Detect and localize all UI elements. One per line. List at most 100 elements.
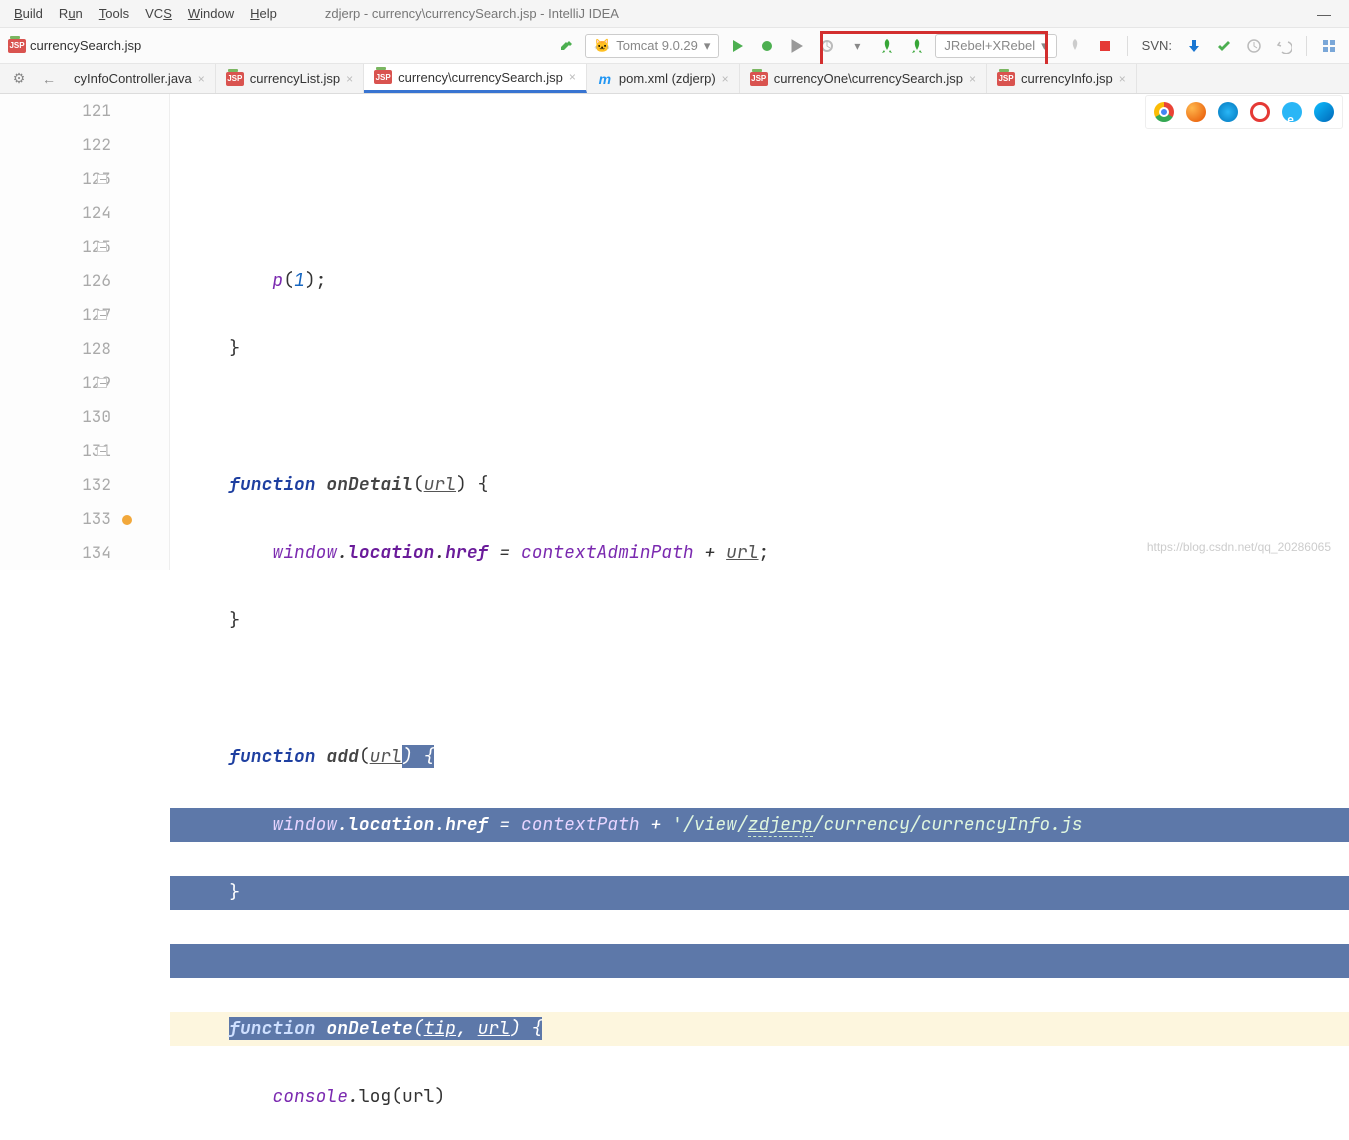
firefox-icon[interactable] [1186, 102, 1206, 122]
jsp-file-icon: JSP [750, 72, 768, 86]
tab-currencysearch-active[interactable]: JSP currency\currencySearch.jsp × [364, 64, 587, 93]
window-title: zdjerp - currency\currencySearch.jsp - I… [285, 6, 1317, 21]
code-line [170, 196, 1349, 230]
vcs-update-button[interactable] [1182, 34, 1206, 58]
tab-label: currencyList.jsp [250, 71, 340, 86]
code-line [170, 944, 1349, 978]
svn-label: SVN: [1138, 38, 1176, 53]
chevron-down-icon: ▾ [1041, 38, 1048, 54]
ie-icon[interactable] [1282, 102, 1302, 122]
vcs-commit-button[interactable] [1212, 34, 1236, 58]
stop-button[interactable] [1093, 34, 1117, 58]
line-number: 129 [0, 366, 111, 400]
tab-label: currencyOne\currencySearch.jsp [774, 71, 963, 86]
debug-button[interactable] [755, 34, 779, 58]
code-line: function onDelete(tip, url) { [170, 1012, 1349, 1046]
vcs-history-button[interactable] [1242, 34, 1266, 58]
build-hammer-icon[interactable] [555, 34, 579, 58]
tab-currencylist[interactable]: JSP currencyList.jsp × [216, 64, 364, 93]
tab-label: pom.xml (zdjerp) [619, 71, 716, 86]
line-number: 128 [0, 332, 111, 366]
close-tab-icon[interactable]: × [346, 72, 353, 86]
line-number: 133 [0, 502, 111, 536]
tabs-settings-icon[interactable]: ⚙ [4, 64, 34, 93]
fold-icon[interactable] [97, 242, 107, 252]
menu-help[interactable]: Help [242, 4, 285, 23]
attach-button[interactable]: ▾ [845, 34, 869, 58]
editor-tabs: ⚙ ← cyInfoController.java × JSP currency… [0, 64, 1349, 94]
close-tab-icon[interactable]: × [969, 72, 976, 86]
run-coverage-button[interactable] [785, 34, 809, 58]
menu-tools[interactable]: Tools [91, 4, 137, 23]
jrebel-config-selector[interactable]: JRebel+XRebel ▾ [935, 34, 1056, 58]
run-button[interactable] [725, 34, 749, 58]
code-line [170, 672, 1349, 706]
line-number: 122 [0, 128, 111, 162]
fold-icon[interactable] [97, 446, 107, 456]
close-tab-icon[interactable]: × [198, 72, 205, 86]
code-area[interactable]: p(1); } function onDetail(url) { window.… [170, 94, 1349, 570]
jrebel-rocket-button-2[interactable] [905, 34, 929, 58]
jsp-file-icon: JSP [374, 70, 392, 84]
chrome-icon[interactable] [1154, 102, 1174, 122]
line-number: 127 [0, 298, 111, 332]
minimize-button[interactable]: — [1317, 6, 1331, 22]
line-number: 130 [0, 400, 111, 434]
jsp-file-icon: JSP [226, 72, 244, 86]
menu-vcs[interactable]: VCS [137, 4, 180, 23]
fold-icon[interactable] [97, 378, 107, 388]
edge-icon[interactable] [1314, 102, 1334, 122]
menu-bar: Build Run Tools VCS Window Help zdjerp -… [0, 0, 1349, 28]
breadcrumb[interactable]: JSP currencySearch.jsp [8, 38, 141, 53]
code-line [170, 400, 1349, 434]
code-line: window.location.href = contextPath + '/v… [170, 808, 1349, 842]
fold-icon[interactable] [97, 174, 107, 184]
search-everywhere-button[interactable] [1317, 34, 1341, 58]
fold-icon[interactable] [97, 310, 107, 320]
run-config-selector[interactable]: 🐱 Tomcat 9.0.29 ▾ [585, 34, 719, 58]
safari-icon[interactable] [1218, 102, 1238, 122]
tab-currencyinfo[interactable]: JSP currencyInfo.jsp × [987, 64, 1137, 93]
jrebel-rocket-button-1[interactable] [875, 34, 899, 58]
line-number: 134 [0, 536, 111, 570]
breadcrumb-file: currencySearch.jsp [30, 38, 141, 53]
run-config-label: Tomcat 9.0.29 [616, 38, 698, 53]
toolbar-separator [1306, 36, 1307, 56]
code-line: } [170, 332, 1349, 366]
tab-cyinfocontroller[interactable]: cyInfoController.java × [64, 64, 216, 93]
tomcat-icon: 🐱 [594, 38, 610, 54]
menu-window[interactable]: Window [180, 4, 242, 23]
tab-pomxml[interactable]: m pom.xml (zdjerp) × [587, 64, 740, 93]
code-line: } [170, 604, 1349, 638]
chevron-down-icon: ▾ [704, 38, 711, 54]
code-line: p(1); [170, 264, 1349, 298]
menu-run[interactable]: Run [51, 4, 91, 23]
line-number: 131 [0, 434, 111, 468]
editor-gutter[interactable]: 121 122 123 124 125 126 127 128 129 130 … [0, 94, 170, 570]
line-number: 124 [0, 196, 111, 230]
tab-label: currencyInfo.jsp [1021, 71, 1113, 86]
menu-build[interactable]: Build [6, 4, 51, 23]
close-tab-icon[interactable]: × [722, 72, 729, 86]
tab-label: cyInfoController.java [74, 71, 192, 86]
tab-label: currency\currencySearch.jsp [398, 70, 563, 85]
line-number: 125 [0, 230, 111, 264]
maven-file-icon: m [597, 71, 613, 87]
code-line: } [170, 876, 1349, 910]
line-number: 121 [0, 94, 111, 128]
profile-button[interactable] [815, 34, 839, 58]
code-line: function onDetail(url) { [170, 468, 1349, 502]
jrebel-config-label: JRebel+XRebel [944, 38, 1035, 53]
close-tab-icon[interactable]: × [569, 70, 576, 84]
opera-icon[interactable] [1250, 102, 1270, 122]
close-tab-icon[interactable]: × [1119, 72, 1126, 86]
jsp-file-icon: JSP [997, 72, 1015, 86]
code-line: function add(url) { [170, 740, 1349, 774]
tabs-scroll-left-icon[interactable]: ← [34, 64, 64, 93]
code-line: console.log(url) [170, 1080, 1349, 1114]
open-in-browser-panel [1145, 95, 1343, 129]
code-editor[interactable]: 121 122 123 124 125 126 127 128 129 130 … [0, 94, 1349, 570]
vcs-revert-button[interactable] [1272, 34, 1296, 58]
line-number: 126 [0, 264, 111, 298]
tab-currencyone-search[interactable]: JSP currencyOne\currencySearch.jsp × [740, 64, 987, 93]
